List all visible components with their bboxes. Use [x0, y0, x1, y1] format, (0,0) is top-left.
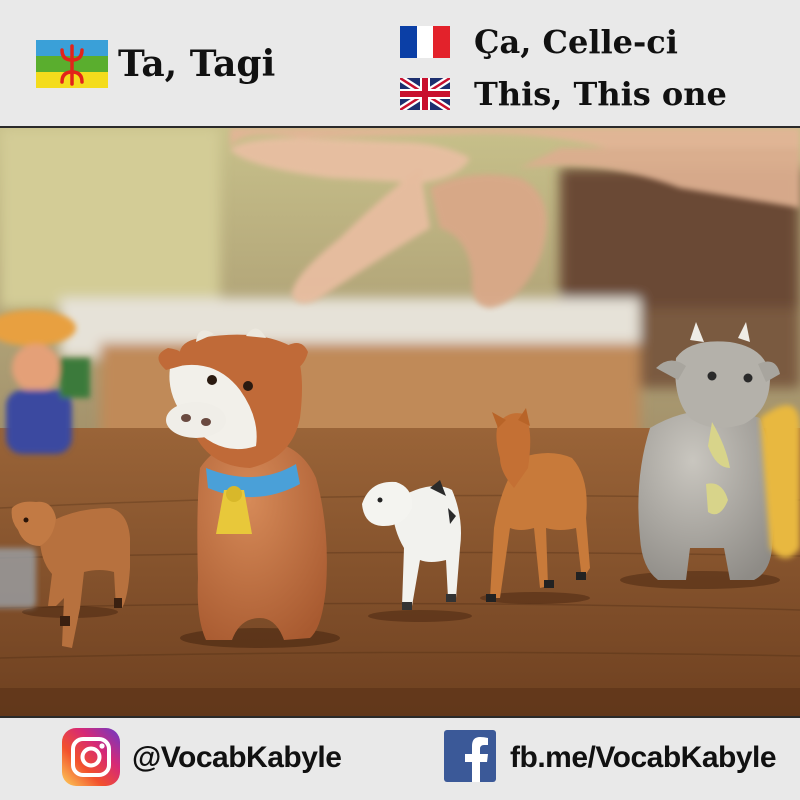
amazigh-flag-icon	[36, 40, 108, 88]
uk-flag-icon	[400, 78, 450, 110]
photo	[0, 128, 800, 716]
facebook-icon[interactable]	[444, 730, 496, 782]
english-word: This, This one	[474, 75, 727, 113]
instagram-icon[interactable]	[62, 728, 120, 786]
instagram-handle[interactable]: @VocabKabyle	[132, 738, 342, 778]
child-hand-pointing-at-toy-animals-icon	[0, 128, 800, 716]
facebook-handle[interactable]: fb.me/VocabKabyle	[510, 738, 777, 778]
french-word: Ça, Celle-ci	[474, 23, 678, 61]
france-flag-icon	[400, 26, 450, 58]
kabyle-word: Ta, Tagi	[118, 43, 276, 85]
